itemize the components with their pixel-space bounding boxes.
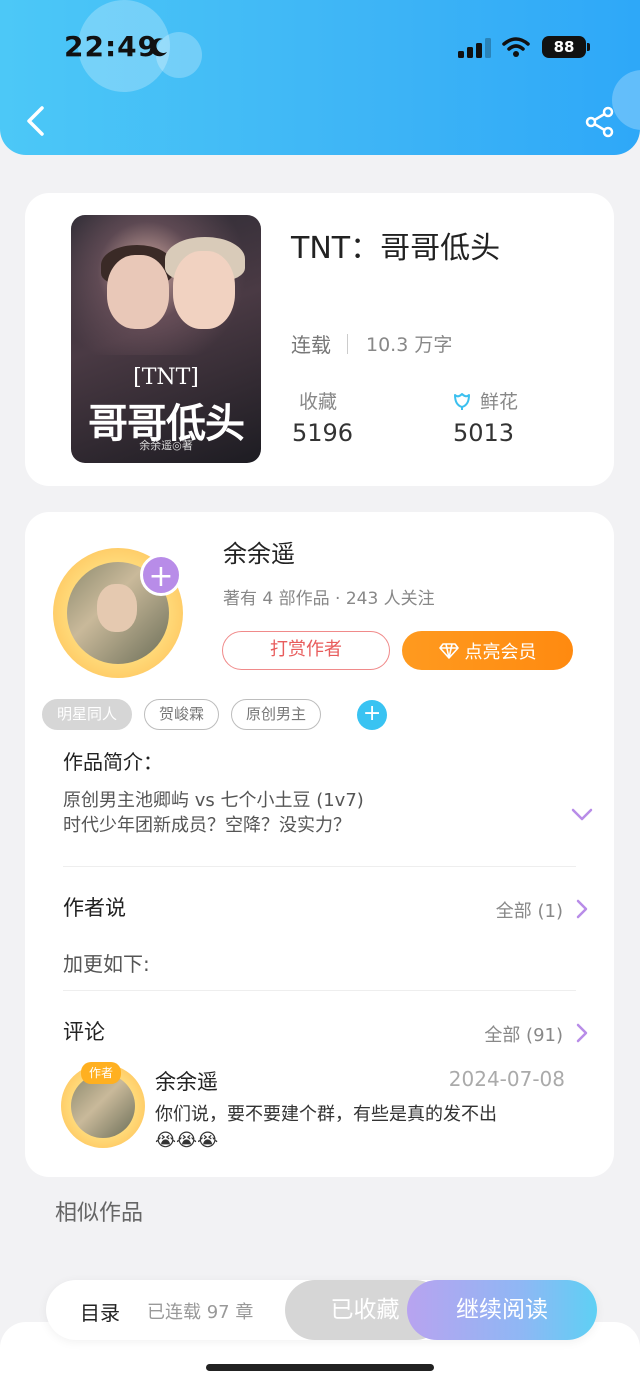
chevron-right-icon[interactable]: [576, 1023, 588, 1043]
tag-item[interactable]: 原创男主: [231, 699, 322, 730]
comment-text[interactable]: 你们说，要不要建个群，有些是真的发不出 😭😭😭: [155, 1102, 497, 1154]
continue-reading-button[interactable]: 继续阅读: [407, 1280, 597, 1340]
intro-line: 原创男主池卿屿 vs 七个小土豆 (1v7): [63, 790, 364, 811]
follow-author-button[interactable]: +: [140, 554, 182, 596]
intro-line: 时代少年团新成员？空降？没实力？: [63, 815, 351, 836]
divider: [63, 866, 576, 867]
share-icon[interactable]: [584, 106, 616, 138]
author-says-title: 作者说: [63, 896, 126, 920]
comment-author-name[interactable]: 余余遥: [155, 1066, 218, 1096]
tag-list: 明星同人 贺峻霖 原创男主 +: [42, 699, 388, 730]
book-title: TNT：哥哥低头: [291, 231, 501, 266]
comments-more-link[interactable]: 全部 (91): [484, 1021, 563, 1047]
chevron-right-icon[interactable]: [576, 899, 588, 919]
flowers-label: 鲜花: [480, 391, 519, 413]
battery-tip: [587, 43, 590, 51]
cover-tag: [TNT]: [133, 365, 199, 390]
flower-icon: [454, 393, 470, 410]
divider: [63, 990, 576, 991]
author-meta: 著有 4 部作品 · 243 人关注: [223, 589, 435, 609]
cover-figure: [173, 251, 235, 329]
chevron-down-icon[interactable]: [571, 808, 593, 822]
add-tag-button[interactable]: +: [357, 699, 388, 730]
book-info-card: [TNT] 哥哥低头 余余遥◎著 TNT：哥哥低头 连载 10.3 万字 收藏 …: [25, 193, 614, 486]
bottom-action-bar: 目录 已连载 97 章 已收藏 继续阅读: [46, 1280, 597, 1340]
toc-button[interactable]: 目录: [80, 1297, 120, 1326]
back-icon[interactable]: [22, 104, 50, 138]
diamond-icon: [438, 642, 459, 659]
vip-button[interactable]: 点亮会员: [402, 631, 573, 670]
vip-button-label: 点亮会员: [464, 641, 537, 663]
chapter-count[interactable]: 已连载 97 章: [147, 1298, 253, 1324]
book-status: 连载: [291, 333, 331, 357]
author-name[interactable]: 余余遥: [223, 534, 295, 569]
details-card: + 余余遥 著有 4 部作品 · 243 人关注 打赏作者 点亮会员 明星同人 …: [25, 512, 614, 1177]
tip-author-button[interactable]: 打赏作者: [222, 631, 390, 670]
moon-icon: [150, 38, 167, 57]
header: 22:49 88: [0, 0, 640, 155]
intro-title: 作品简介：: [63, 750, 163, 774]
decor-bubble: [612, 70, 640, 130]
home-indicator: [206, 1364, 434, 1371]
similar-works-title: 相似作品: [55, 1201, 144, 1226]
tag-item[interactable]: 贺峻霖: [144, 699, 220, 730]
flowers-value: 5013: [453, 419, 515, 447]
tag-item[interactable]: 明星同人: [42, 699, 133, 730]
author-says-text: 加更如下:: [63, 952, 150, 976]
cover-figure: [107, 255, 169, 329]
favorites-label: 收藏: [299, 391, 338, 413]
comments-title: 评论: [63, 1020, 105, 1044]
comment-line: 😭😭😭: [155, 1130, 219, 1151]
battery-indicator: 88: [542, 36, 586, 58]
book-status-row: 连载 10.3 万字: [291, 329, 452, 358]
favorites-value: 5196: [292, 419, 354, 447]
wifi-icon: [502, 37, 530, 57]
signal-icon: [458, 38, 491, 58]
divider: [347, 333, 348, 354]
book-cover[interactable]: [TNT] 哥哥低头 余余遥◎著: [71, 215, 261, 463]
word-count: 10.3 万字: [366, 334, 453, 356]
comment-line: 你们说，要不要建个群，有些是真的发不出: [155, 1104, 497, 1125]
intro-text[interactable]: 原创男主池卿屿 vs 七个小土豆 (1v7) 时代少年团新成员？空降？没实力？: [63, 788, 364, 838]
cover-author: 余余遥◎著: [139, 439, 193, 452]
author-badge: 作者: [81, 1062, 121, 1084]
status-time: 22:49: [64, 30, 159, 63]
author-says-more-link[interactable]: 全部 (1): [496, 897, 563, 923]
comment-date: 2024-07-08: [448, 1067, 565, 1091]
